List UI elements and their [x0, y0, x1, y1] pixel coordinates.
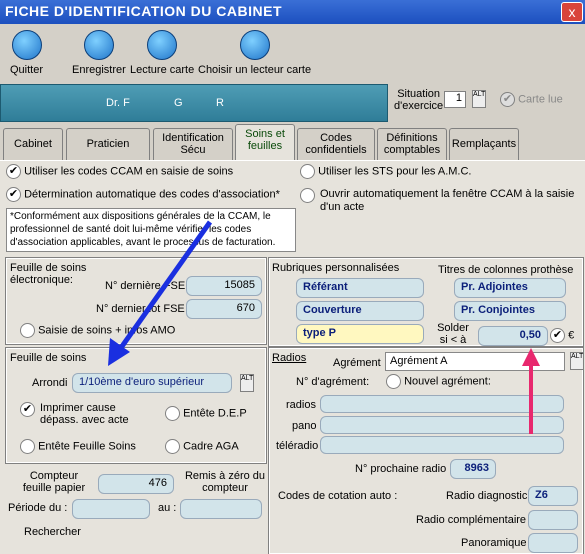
tab-soins-feuilles[interactable]: Soins et feuilles	[235, 124, 295, 160]
pink-arrow	[522, 348, 540, 434]
annotation-arrows	[108, 220, 540, 434]
blue-arrow	[108, 220, 213, 366]
